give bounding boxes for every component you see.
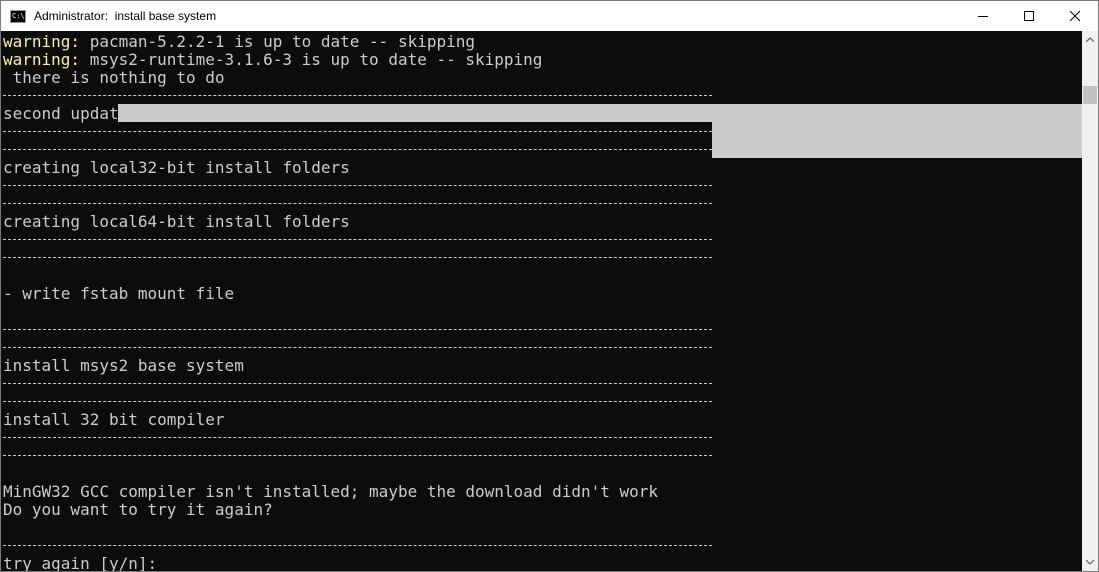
maximize-button[interactable] <box>1006 1 1052 31</box>
console-line: install 32 bit compiler <box>3 410 225 429</box>
minimize-button[interactable] <box>960 1 1006 31</box>
scroll-down-icon <box>1086 560 1094 565</box>
console-line: creating local64-bit install folders <box>3 212 350 231</box>
console-output[interactable]: warning: pacman-5.2.2-1 is up to date --… <box>1 31 1082 571</box>
scroll-up-icon <box>1086 37 1094 42</box>
minimize-icon <box>978 16 988 17</box>
console-line: creating local32-bit install folders <box>3 158 350 177</box>
separator-line <box>3 95 712 96</box>
separator-line <box>3 455 712 456</box>
warning-label: warning: <box>3 32 81 51</box>
console-line: Do you want to try it again? <box>3 500 273 519</box>
separator-line <box>3 545 712 546</box>
separator-line <box>3 149 712 150</box>
separator-line <box>3 257 712 258</box>
text-selection-block <box>712 122 1082 158</box>
separator-line <box>3 329 712 330</box>
separator-line <box>3 347 712 348</box>
separator-line <box>3 437 712 438</box>
console-line: warning: msys2-runtime-3.1.6-3 is up to … <box>3 50 543 69</box>
window-controls <box>960 1 1098 31</box>
separator-line <box>3 383 712 384</box>
text-selection <box>118 104 1082 122</box>
console-window: C:\ Administrator: install base system w… <box>0 0 1099 572</box>
prompt-line[interactable]: try again [y/n]: <box>3 554 157 571</box>
separator-line <box>3 185 712 186</box>
console-icon-text: C:\ <box>12 11 25 20</box>
maximize-icon <box>1024 11 1034 21</box>
scroll-up-button[interactable] <box>1082 31 1098 48</box>
console-line: warning: pacman-5.2.2-1 is up to date --… <box>3 32 476 51</box>
scrollbar-thumb[interactable] <box>1083 86 1097 104</box>
console-line: install msys2 base system <box>3 356 244 375</box>
separator-line <box>3 401 712 402</box>
console-line: MinGW32 GCC compiler isn't installed; ma… <box>3 482 659 501</box>
separator-line <box>3 131 712 132</box>
title-bar[interactable]: C:\ Administrator: install base system <box>1 1 1098 31</box>
vertical-scrollbar[interactable] <box>1082 31 1098 571</box>
window-title: Administrator: install base system <box>34 9 217 23</box>
close-button[interactable] <box>1052 1 1098 31</box>
separator-line <box>3 203 712 204</box>
separator-line <box>3 239 712 240</box>
scroll-down-button[interactable] <box>1082 554 1098 571</box>
close-icon <box>1070 11 1080 21</box>
console-line: second update <box>3 104 129 123</box>
warning-label: warning: <box>3 50 81 69</box>
console-line: - write fstab mount file <box>3 284 235 303</box>
console-line: there is nothing to do <box>3 68 225 87</box>
console-app-icon[interactable]: C:\ <box>10 9 26 23</box>
